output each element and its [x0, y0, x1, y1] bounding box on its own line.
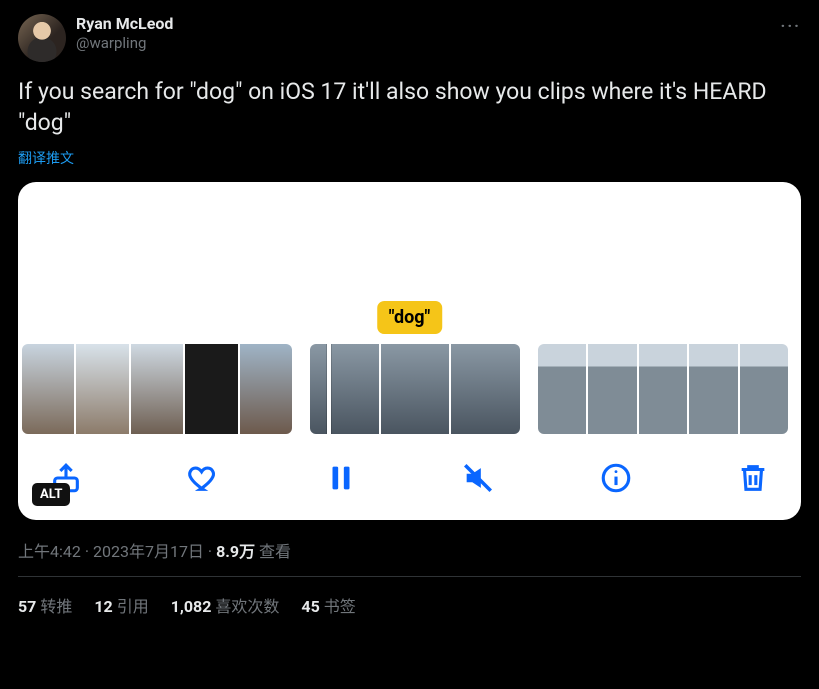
clip-frame — [689, 344, 737, 434]
avatar[interactable] — [18, 14, 66, 62]
user-handle: @warpling — [76, 34, 173, 53]
clip-frame — [310, 344, 379, 434]
clip-frame — [185, 344, 237, 434]
tweet-container: Ryan McLeod @warpling ··· If you search … — [18, 14, 801, 617]
stat-likes[interactable]: 1,082喜欢次数 — [171, 593, 280, 617]
clip-frame — [740, 344, 788, 434]
clip-strip-1[interactable] — [22, 344, 292, 434]
stat-bookmarks[interactable]: 45书签 — [301, 593, 355, 617]
clip-frame — [588, 344, 636, 434]
more-button[interactable]: ··· — [781, 16, 801, 35]
pause-icon[interactable] — [321, 458, 361, 498]
divider — [18, 576, 801, 577]
clip-strip-2[interactable] — [310, 344, 520, 434]
clip-frame — [538, 344, 586, 434]
user-names[interactable]: Ryan McLeod @warpling — [76, 14, 173, 53]
clip-frame — [639, 344, 687, 434]
meta-date[interactable]: 2023年7月17日 — [93, 542, 204, 561]
clip-frame — [76, 344, 128, 434]
views-count: 8.9万 — [216, 542, 255, 561]
search-term-badge: "dog" — [377, 301, 443, 334]
trash-icon[interactable] — [733, 458, 773, 498]
clip-frame — [131, 344, 183, 434]
tweet-meta: 上午4:42 · 2023年7月17日 · 8.9万 查看 — [18, 538, 801, 562]
stat-retweets[interactable]: 57转推 — [18, 593, 72, 617]
tweet-text: If you search for "dog" on iOS 17 it'll … — [18, 76, 801, 138]
video-timeline-row — [18, 344, 801, 440]
info-icon[interactable] — [596, 458, 636, 498]
heart-icon[interactable] — [183, 458, 223, 498]
clip-strip-3[interactable] — [538, 344, 788, 434]
stat-quotes[interactable]: 12引用 — [94, 593, 148, 617]
tweet-header: Ryan McLeod @warpling ··· — [18, 14, 801, 62]
clip-frame — [381, 344, 450, 434]
mute-icon[interactable] — [458, 458, 498, 498]
media-card[interactable]: "dog" — [18, 182, 801, 520]
clip-frame — [240, 344, 292, 434]
alt-badge[interactable]: ALT — [32, 483, 70, 506]
views-label: 查看 — [259, 542, 291, 561]
tweet-stats: 57转推 12引用 1,082喜欢次数 45书签 — [18, 593, 801, 617]
media-preview-area: "dog" — [18, 182, 801, 344]
clip-frame — [22, 344, 74, 434]
playhead[interactable] — [327, 344, 331, 434]
display-name: Ryan McLeod — [76, 14, 173, 34]
meta-time[interactable]: 上午4:42 — [18, 542, 81, 561]
clip-frame — [451, 344, 520, 434]
translate-link[interactable]: 翻译推文 — [18, 148, 74, 168]
media-toolbar — [18, 440, 801, 520]
